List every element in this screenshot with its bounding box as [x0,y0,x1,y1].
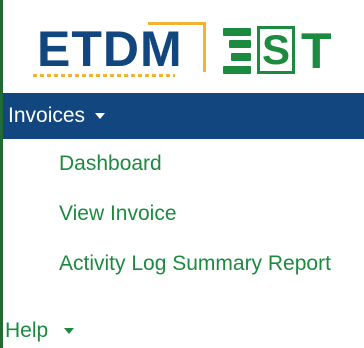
help-menu-label: Help [5,319,49,342]
etdm-logo[interactable]: ETDM [33,22,209,78]
menu-item-dashboard[interactable]: Dashboard [59,152,162,175]
est-logo[interactable]: S T [223,24,363,78]
est-e-glyph [223,28,251,74]
etdm-logo-text: ETDM [37,21,183,77]
menu-item-activity-log-summary-report[interactable]: Activity Log Summary Report [59,252,339,275]
caret-down-icon [64,328,75,335]
invoices-menu[interactable]: Invoices [3,93,364,139]
est-s-box: S [257,26,295,74]
help-menu[interactable]: Help [5,319,75,343]
logo-bar: ETDM S T [3,0,364,89]
invoices-menu-label: Invoices [8,104,86,127]
est-t-letter: T [301,23,332,79]
caret-down-icon [95,113,106,119]
menu-item-view-invoice[interactable]: View Invoice [59,202,177,225]
page: ETDM S T Invoices Dashboard View Invoice… [0,0,364,348]
